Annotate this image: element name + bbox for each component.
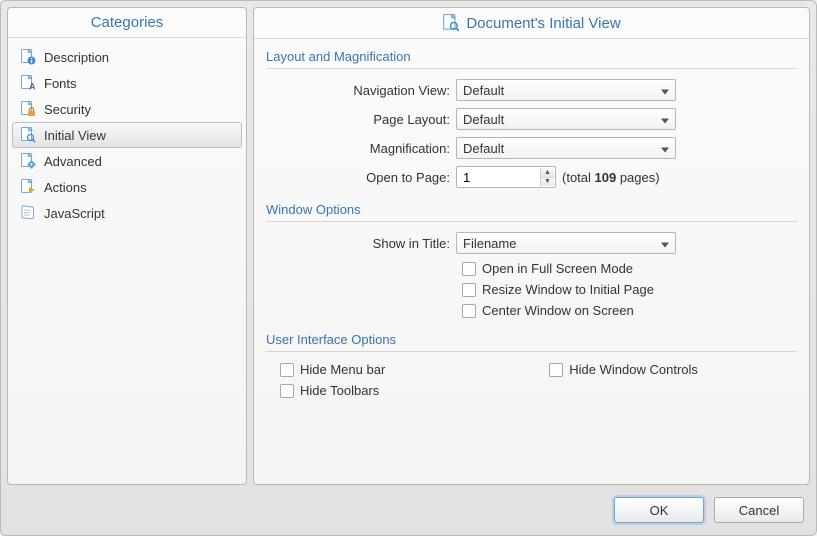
- spin-up-button[interactable]: ▲: [540, 168, 554, 178]
- hide-menubar-checkbox[interactable]: [280, 363, 294, 377]
- center-window-label: Center Window on Screen: [482, 303, 634, 318]
- divider: [266, 351, 797, 352]
- content-panel: Document's Initial View Layout and Magni…: [253, 7, 810, 485]
- hide-toolbars-label: Hide Toolbars: [300, 383, 379, 398]
- window-options-title: Window Options: [266, 198, 797, 219]
- chevron-down-icon: [661, 83, 669, 98]
- layout-magnification-title: Layout and Magnification: [266, 45, 797, 66]
- hide-window-controls-checkbox[interactable]: [549, 363, 563, 377]
- spin-buttons: ▲ ▼: [540, 168, 554, 186]
- center-window-checkbox[interactable]: [462, 304, 476, 318]
- page-layout-value: Default: [463, 112, 504, 127]
- show-in-title-value: Filename: [463, 236, 516, 251]
- row-open-to-page: Open to Page: ▲ ▼ (total 109 pages): [266, 166, 797, 188]
- chevron-down-icon: [661, 112, 669, 127]
- ui-options-title: User Interface Options: [266, 328, 797, 349]
- row-hide-window-controls: Hide Window Controls: [549, 362, 698, 377]
- open-to-page-label: Open to Page:: [266, 170, 456, 185]
- page-script-icon: [20, 205, 36, 221]
- full-screen-label: Open in Full Screen Mode: [482, 261, 633, 276]
- row-center-window: Center Window on Screen: [462, 303, 797, 318]
- navigation-view-select[interactable]: Default: [456, 79, 676, 101]
- row-page-layout: Page Layout: Default: [266, 108, 797, 130]
- ui-options-grid: Hide Menu bar Hide Toolbars Hide Window …: [266, 362, 797, 404]
- magnification-select[interactable]: Default: [456, 137, 676, 159]
- document-properties-dialog: Categories Description: [0, 0, 817, 536]
- main-area: Categories Description: [7, 7, 810, 485]
- cancel-button[interactable]: Cancel: [714, 497, 804, 523]
- sidebar-item-label: Fonts: [44, 76, 77, 91]
- hide-toolbars-checkbox[interactable]: [280, 384, 294, 398]
- page-lock-icon: [20, 101, 36, 117]
- categories-list: Description A Fonts: [8, 38, 246, 232]
- row-show-in-title: Show in Title: Filename: [266, 232, 797, 254]
- content-title-row: Document's Initial View: [254, 8, 809, 39]
- show-in-title-select[interactable]: Filename: [456, 232, 676, 254]
- navigation-view-value: Default: [463, 83, 504, 98]
- sidebar-item-description[interactable]: Description: [12, 44, 242, 70]
- sidebar-item-advanced[interactable]: Advanced: [12, 148, 242, 174]
- full-screen-checkbox[interactable]: [462, 262, 476, 276]
- sidebar-item-fonts[interactable]: A Fonts: [12, 70, 242, 96]
- page-info-icon: [20, 49, 36, 65]
- row-hide-menubar: Hide Menu bar: [280, 362, 385, 377]
- sidebar-item-actions[interactable]: Actions: [12, 174, 242, 200]
- spin-down-button[interactable]: ▼: [540, 178, 554, 187]
- content-body: Layout and Magnification Navigation View…: [254, 39, 809, 484]
- resize-window-label: Resize Window to Initial Page: [482, 282, 654, 297]
- sidebar-item-label: Initial View: [44, 128, 106, 143]
- row-magnification: Magnification: Default: [266, 137, 797, 159]
- show-in-title-label: Show in Title:: [266, 236, 456, 251]
- page-layout-label: Page Layout:: [266, 112, 456, 127]
- divider: [266, 221, 797, 222]
- page-gear-icon: [20, 153, 36, 169]
- sidebar-item-label: JavaScript: [44, 206, 105, 221]
- categories-sidebar: Categories Description: [7, 7, 247, 485]
- sidebar-item-label: Description: [44, 50, 109, 65]
- resize-window-checkbox[interactable]: [462, 283, 476, 297]
- page-action-icon: [20, 179, 36, 195]
- chevron-down-icon: [661, 141, 669, 156]
- row-full-screen: Open in Full Screen Mode: [462, 261, 797, 276]
- content-title: Document's Initial View: [466, 15, 620, 32]
- page-view-icon: [442, 14, 460, 32]
- ok-button[interactable]: OK: [614, 497, 704, 523]
- hide-menubar-label: Hide Menu bar: [300, 362, 385, 377]
- divider: [266, 68, 797, 69]
- sidebar-item-security[interactable]: Security: [12, 96, 242, 122]
- svg-text:A: A: [29, 82, 36, 92]
- magnification-label: Magnification:: [266, 141, 456, 156]
- categories-title: Categories: [8, 8, 246, 38]
- open-to-page-spinbox[interactable]: ▲ ▼: [456, 166, 556, 188]
- open-to-page-input[interactable]: [463, 170, 537, 185]
- page-font-icon: A: [20, 75, 36, 91]
- sidebar-item-initial-view[interactable]: Initial View: [12, 122, 242, 148]
- total-pages-text: (total 109 pages): [562, 170, 660, 185]
- magnification-value: Default: [463, 141, 504, 156]
- sidebar-item-label: Security: [44, 102, 91, 117]
- chevron-down-icon: [661, 236, 669, 251]
- hide-window-controls-label: Hide Window Controls: [569, 362, 698, 377]
- navigation-view-label: Navigation View:: [266, 83, 456, 98]
- row-resize-window: Resize Window to Initial Page: [462, 282, 797, 297]
- row-navigation-view: Navigation View: Default: [266, 79, 797, 101]
- row-hide-toolbars: Hide Toolbars: [280, 383, 385, 398]
- dialog-footer: OK Cancel: [7, 485, 810, 529]
- page-view-icon: [20, 127, 36, 143]
- sidebar-item-javascript[interactable]: JavaScript: [12, 200, 242, 226]
- page-layout-select[interactable]: Default: [456, 108, 676, 130]
- sidebar-item-label: Actions: [44, 180, 87, 195]
- sidebar-item-label: Advanced: [44, 154, 102, 169]
